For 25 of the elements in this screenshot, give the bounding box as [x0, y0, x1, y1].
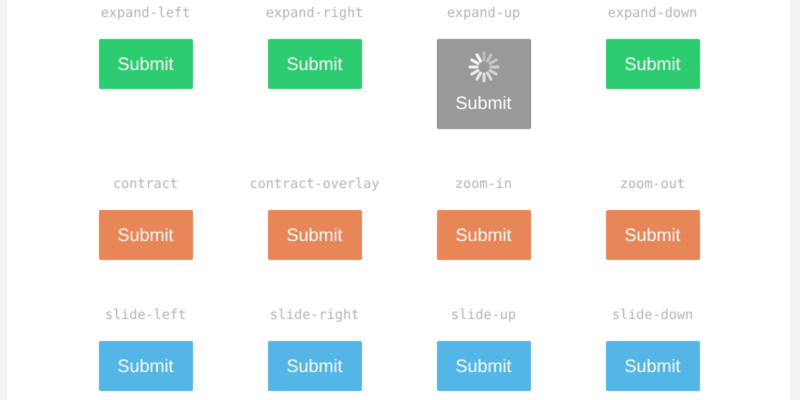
- button-caption: zoom-in: [455, 176, 512, 192]
- submit-button[interactable]: Submit: [606, 341, 700, 391]
- button-caption: slide-right: [270, 307, 360, 323]
- submit-button[interactable]: Submit: [606, 210, 700, 260]
- submit-button[interactable]: Submit: [436, 341, 530, 391]
- button-caption: expand-left: [100, 5, 190, 21]
- button-caption: zoom-out: [620, 176, 686, 192]
- button-caption: slide-down: [612, 307, 694, 323]
- submit-button[interactable]: Submit: [268, 210, 362, 260]
- button-caption: expand-up: [446, 5, 520, 21]
- button-caption: slide-up: [450, 307, 516, 323]
- submit-button[interactable]: Submit: [436, 210, 530, 260]
- submit-button[interactable]: Submit: [606, 39, 700, 89]
- button-caption: contract: [112, 176, 178, 192]
- submit-button[interactable]: Submit: [268, 39, 362, 89]
- submit-button[interactable]: Submit: [98, 39, 192, 89]
- submit-button[interactable]: Submit: [98, 341, 192, 391]
- submit-button[interactable]: Submit: [436, 39, 530, 129]
- button-caption: expand-right: [266, 5, 364, 21]
- submit-button[interactable]: Submit: [268, 341, 362, 391]
- button-caption: contract-overlay: [249, 176, 380, 192]
- button-caption: expand-down: [608, 5, 698, 21]
- spinner-icon: [468, 51, 500, 83]
- submit-button[interactable]: Submit: [98, 210, 192, 260]
- button-caption: slide-left: [104, 307, 186, 323]
